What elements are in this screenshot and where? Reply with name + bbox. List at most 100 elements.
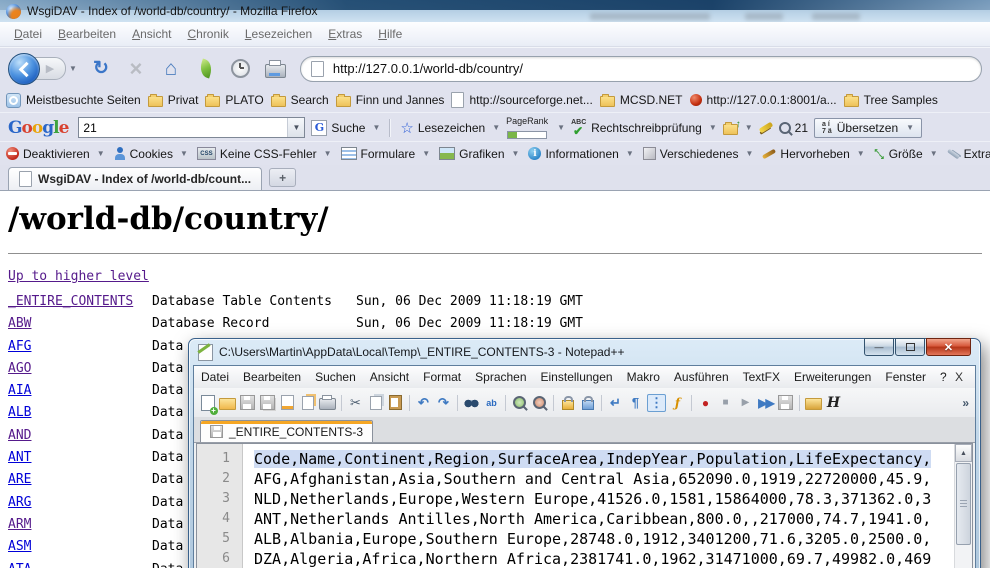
entry-link[interactable]: ARM	[8, 514, 31, 536]
toolbar-overflow-chevron[interactable]: »	[962, 396, 969, 410]
webdev-information[interactable]: iInformationen▼	[528, 147, 633, 161]
doc-tab-entire-contents[interactable]: _ENTIRE_CONTENTS-3	[200, 420, 373, 442]
search-dropdown-caret[interactable]: ▼	[287, 118, 304, 137]
redo-icon[interactable]: ↷	[435, 395, 452, 411]
explorer-icon[interactable]	[805, 395, 822, 411]
bookmark-localhost[interactable]: http://127.0.0.1:8001/a...	[690, 93, 837, 107]
google-search-button[interactable]: GSuche▼	[311, 120, 380, 136]
html-preview-icon[interactable]: H	[825, 395, 842, 411]
macro-stop-icon[interactable]: ■	[717, 395, 734, 411]
entry-link[interactable]: ANT	[8, 447, 31, 469]
zoom-in-icon[interactable]	[511, 395, 528, 411]
menu-chronik[interactable]: Chronik	[179, 27, 236, 41]
bookmark-folder-plato[interactable]: PLATO	[205, 93, 263, 107]
pagerank-caret[interactable]: ▼	[557, 123, 565, 132]
save-as-icon[interactable]	[259, 395, 276, 411]
entry-link[interactable]: ATA	[8, 559, 31, 568]
webdev-miscellaneous[interactable]: Verschiedenes▼	[643, 147, 754, 161]
npp-menu-fenster[interactable]: Fenster	[878, 370, 933, 384]
send-to-button[interactable]: ↑▼	[723, 121, 753, 135]
url-input[interactable]	[331, 60, 971, 77]
new-tab-button[interactable]: +	[269, 168, 296, 187]
npp-menu-suchen[interactable]: Suchen	[308, 370, 363, 384]
sync-vertical-icon[interactable]	[559, 395, 576, 411]
minimize-button[interactable]: —	[864, 338, 894, 356]
print-icon[interactable]	[265, 64, 286, 78]
bookmark-most-visited[interactable]: Meistbesuchte Seiten	[6, 93, 141, 108]
npp-menu-close[interactable]: X	[955, 370, 975, 384]
print-icon[interactable]	[319, 395, 336, 411]
entry-link[interactable]: ASM	[8, 536, 31, 558]
pagerank-widget[interactable]: PageRank	[506, 117, 548, 139]
highlighter-icon[interactable]	[758, 122, 773, 134]
npp-menu-erweiterungen[interactable]: Erweiterungen	[787, 370, 878, 384]
npp-menu-sprachen[interactable]: Sprachen	[468, 370, 533, 384]
webdev-outline[interactable]: Hervorheben▼	[762, 147, 864, 161]
feeds-leaf-icon[interactable]	[198, 59, 215, 79]
sync-horizontal-icon[interactable]	[579, 395, 596, 411]
npp-menu-help[interactable]: ?	[933, 370, 954, 384]
google-search-box[interactable]: ▼	[78, 117, 305, 138]
copy-icon[interactable]	[367, 395, 384, 411]
menu-bearbeiten[interactable]: Bearbeiten	[50, 27, 124, 41]
npp-menu-ausfuehren[interactable]: Ausführen	[667, 370, 736, 384]
bookmark-folder-finn[interactable]: Finn und Jannes	[336, 93, 445, 107]
npp-menu-ansicht[interactable]: Ansicht	[363, 370, 416, 384]
word-wrap-icon[interactable]: ↵	[607, 395, 624, 411]
menu-lesezeichen[interactable]: Lesezeichen	[237, 27, 320, 41]
vertical-scrollbar[interactable]: ▲	[954, 444, 972, 568]
tab-wsgidav[interactable]: WsgiDAV - Index of /world-db/count...	[8, 167, 262, 190]
webdev-images[interactable]: Grafiken▼	[439, 147, 519, 161]
save-icon[interactable]	[239, 395, 256, 411]
spellcheck-button[interactable]: ABC✔Rechtschreibprüfung▼	[571, 120, 717, 136]
entry-link[interactable]: ALB	[8, 402, 31, 424]
macro-save-icon[interactable]	[777, 395, 794, 411]
close-button[interactable]: ✕	[926, 338, 971, 356]
entry-link[interactable]: ARG	[8, 492, 31, 514]
back-button[interactable]	[8, 53, 40, 85]
find-icon[interactable]	[463, 395, 480, 411]
bookmark-sourceforge[interactable]: http://sourceforge.net...	[451, 92, 592, 108]
entry-link[interactable]: AGO	[8, 358, 31, 380]
editor-area[interactable]: 1 2 3 4 5 6 Code,Name,Continent,Region,S…	[196, 443, 973, 568]
bookmark-folder-privat[interactable]: Privat	[148, 93, 199, 107]
menu-extras[interactable]: Extras	[320, 27, 370, 41]
entry-link[interactable]: ARE	[8, 469, 31, 491]
webdev-resize[interactable]: ↖↘Größe▼	[874, 147, 938, 161]
close-all-icon[interactable]	[299, 395, 316, 411]
open-icon[interactable]	[219, 395, 236, 411]
translate-button[interactable]: a í7 ä Übersetzen▼	[814, 118, 922, 138]
npp-menu-format[interactable]: Format	[416, 370, 468, 384]
menu-hilfe[interactable]: Hilfe	[370, 27, 410, 41]
bookmark-folder-tree-samples[interactable]: Tree Samples	[844, 93, 938, 107]
zoom-indicator[interactable]: 21	[779, 121, 808, 135]
restore-button[interactable]	[895, 338, 925, 356]
webdev-cookies[interactable]: Cookies▼	[114, 147, 188, 161]
home-button[interactable]: ⌂	[160, 57, 182, 81]
cut-icon[interactable]: ✂	[347, 395, 364, 411]
scroll-up-button[interactable]: ▲	[955, 444, 972, 462]
webdev-css[interactable]: CSSKeine CSS-Fehler▼	[197, 147, 332, 161]
code-text[interactable]: Code,Name,Continent,Region,SurfaceArea,I…	[244, 444, 954, 568]
npp-menu-textfx[interactable]: TextFX	[736, 370, 787, 384]
show-all-characters-icon[interactable]: ¶	[627, 395, 644, 411]
entry-link[interactable]: _ENTIRE_CONTENTS	[8, 291, 133, 313]
npp-menu-bearbeiten[interactable]: Bearbeiten	[236, 370, 308, 384]
menu-datei[interactable]: Datei	[6, 27, 50, 41]
up-to-higher-level-link[interactable]: Up to higher level	[8, 269, 149, 284]
paste-icon[interactable]	[387, 395, 404, 411]
bookmark-folder-search[interactable]: Search	[271, 93, 329, 107]
scrollbar-thumb[interactable]	[956, 463, 971, 545]
npp-menu-einstellungen[interactable]: Einstellungen	[534, 370, 620, 384]
google-search-input[interactable]	[79, 121, 287, 135]
entry-link[interactable]: AFG	[8, 336, 31, 358]
url-bar[interactable]	[300, 56, 982, 82]
webdev-forms[interactable]: Formulare▼	[341, 147, 431, 161]
webdev-disable[interactable]: Deaktivieren▼	[6, 147, 105, 161]
replace-icon[interactable]: ab	[483, 395, 500, 411]
history-dropdown-caret[interactable]: ▼	[69, 64, 77, 73]
google-bookmarks-button[interactable]: ☆Lesezeichen▼	[400, 119, 500, 137]
entry-link[interactable]: AND	[8, 425, 31, 447]
indent-guide-icon[interactable]: ⋮	[647, 394, 666, 412]
menu-ansicht[interactable]: Ansicht	[124, 27, 179, 41]
